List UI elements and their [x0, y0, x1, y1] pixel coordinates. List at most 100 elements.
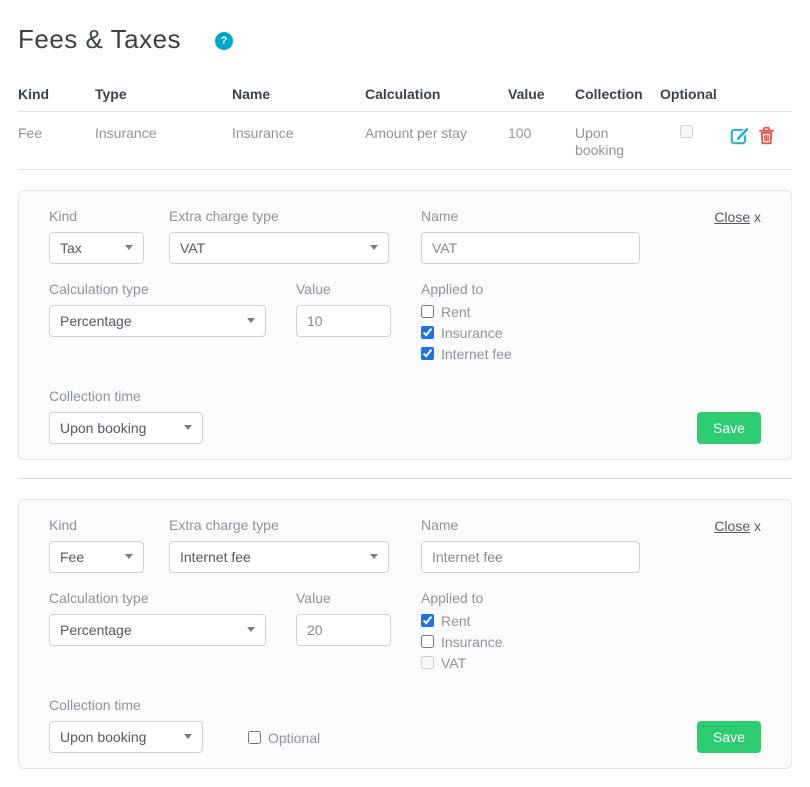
- column-header-calculation: Calculation: [365, 86, 508, 104]
- kind-select-value: Tax: [60, 240, 82, 256]
- collection-time-select[interactable]: Upon booking: [49, 721, 203, 753]
- kind-select-value: Fee: [60, 549, 84, 565]
- edit-button[interactable]: [729, 125, 749, 145]
- name-field: Name: [421, 208, 640, 264]
- optional-checkbox-label: Optional: [268, 730, 320, 746]
- collection-time-field: Collection time Upon booking: [49, 388, 203, 444]
- value-input[interactable]: [296, 305, 391, 337]
- chevron-down-icon: [370, 245, 378, 250]
- fees-table: Kind Type Name Calculation Value Collect…: [18, 86, 792, 170]
- chevron-down-icon: [184, 425, 192, 430]
- row-optional-checkbox[interactable]: [680, 125, 693, 138]
- page-title: Fees & Taxes: [18, 24, 181, 55]
- close-link-text: Close: [714, 209, 750, 225]
- applied-to-label: Applied to: [421, 281, 512, 297]
- panel1-row-3: Collection time Upon booking Save: [49, 388, 761, 444]
- applied-to-option-internet-fee: Internet fee: [421, 347, 512, 361]
- extra-charge-type-select[interactable]: VAT: [169, 232, 389, 264]
- extra-charge-type-field: Extra charge type Internet fee: [169, 517, 389, 573]
- name-label: Name: [421, 208, 640, 224]
- vat-checkbox-label: VAT: [441, 655, 466, 671]
- applied-to-option-rent: Rent: [421, 305, 512, 319]
- value-label: Value: [296, 281, 391, 297]
- delete-button[interactable]: [757, 125, 776, 146]
- help-icon[interactable]: ?: [215, 32, 233, 50]
- calculation-type-select-value: Percentage: [60, 622, 132, 638]
- column-header-collection: Collection: [575, 86, 660, 104]
- applied-to-group: Applied to Rent Insurance Internet fee: [421, 281, 512, 368]
- insurance-checkbox-label: Insurance: [441, 325, 502, 341]
- close-link-text: Close: [714, 518, 750, 534]
- applied-to-group: Applied to Rent Insurance VAT: [421, 590, 502, 677]
- chevron-down-icon: [184, 734, 192, 739]
- collection-time-field: Collection time Upon booking: [49, 697, 203, 753]
- insurance-checkbox[interactable]: [421, 326, 434, 339]
- calculation-type-field: Calculation type Percentage: [49, 590, 266, 646]
- applied-to-label: Applied to: [421, 590, 502, 606]
- fees-taxes-page: Fees & Taxes ? Kind Type Name Calculatio…: [0, 24, 810, 769]
- save-button[interactable]: Save: [697, 721, 761, 753]
- panel2-row-2: Calculation type Percentage Value Applie…: [49, 590, 761, 677]
- fee-form-panel-1: Kind Tax Extra charge type VAT Name Clos…: [18, 190, 792, 460]
- collection-time-select-value: Upon booking: [60, 420, 146, 436]
- collection-time-select[interactable]: Upon booking: [49, 412, 203, 444]
- close-x: x: [750, 209, 761, 225]
- chevron-down-icon: [247, 627, 255, 632]
- calculation-type-label: Calculation type: [49, 590, 266, 606]
- close-x: x: [750, 518, 761, 534]
- calculation-type-select-value: Percentage: [60, 313, 132, 329]
- calculation-type-select[interactable]: Percentage: [49, 614, 266, 646]
- close-link[interactable]: Close x: [714, 209, 761, 225]
- name-input[interactable]: [421, 541, 640, 573]
- panel2-row-3: Collection time Upon booking Optional Sa…: [49, 697, 761, 753]
- close-link[interactable]: Close x: [714, 518, 761, 534]
- chevron-down-icon: [370, 554, 378, 559]
- insurance-checkbox-label: Insurance: [441, 634, 502, 650]
- vat-checkbox[interactable]: [421, 656, 434, 669]
- chevron-down-icon: [125, 245, 133, 250]
- cell-value: 100: [508, 125, 575, 160]
- column-header-type: Type: [95, 86, 232, 104]
- value-label: Value: [296, 590, 391, 606]
- column-header-actions: [724, 86, 792, 104]
- extra-charge-type-select-value: Internet fee: [180, 549, 251, 565]
- table-row: Fee Insurance Insurance Amount per stay …: [18, 112, 792, 170]
- internet-fee-checkbox[interactable]: [421, 347, 434, 360]
- panel1-row-1: Kind Tax Extra charge type VAT Name Clos…: [49, 208, 761, 264]
- kind-select[interactable]: Fee: [49, 541, 144, 573]
- name-input[interactable]: [421, 232, 640, 264]
- column-header-name: Name: [232, 86, 365, 104]
- column-header-kind: Kind: [18, 86, 95, 104]
- collection-time-label: Collection time: [49, 697, 203, 713]
- collection-time-select-value: Upon booking: [60, 729, 146, 745]
- name-label: Name: [421, 517, 640, 533]
- calculation-type-field: Calculation type Percentage: [49, 281, 266, 337]
- collection-time-label: Collection time: [49, 388, 203, 404]
- rent-checkbox[interactable]: [421, 305, 434, 318]
- edit-icon: [729, 133, 749, 148]
- internet-fee-checkbox-label: Internet fee: [441, 346, 512, 362]
- chevron-down-icon: [125, 554, 133, 559]
- save-button[interactable]: Save: [697, 412, 761, 444]
- panel2-row-1: Kind Fee Extra charge type Internet fee …: [49, 517, 761, 573]
- cell-optional: [660, 125, 724, 160]
- panel-divider: [18, 478, 792, 479]
- value-input[interactable]: [296, 614, 391, 646]
- fee-form-panel-2: Kind Fee Extra charge type Internet fee …: [18, 499, 792, 769]
- extra-charge-type-field: Extra charge type VAT: [169, 208, 389, 264]
- chevron-down-icon: [247, 318, 255, 323]
- kind-label: Kind: [49, 208, 144, 224]
- optional-checkbox[interactable]: [248, 731, 261, 744]
- kind-select[interactable]: Tax: [49, 232, 144, 264]
- name-field: Name: [421, 517, 640, 573]
- insurance-checkbox[interactable]: [421, 635, 434, 648]
- cell-kind: Fee: [18, 125, 95, 160]
- optional-checkbox-row: Optional: [248, 731, 320, 745]
- calculation-type-select[interactable]: Percentage: [49, 305, 266, 337]
- extra-charge-type-select[interactable]: Internet fee: [169, 541, 389, 573]
- applied-to-option-insurance: Insurance: [421, 635, 502, 649]
- rent-checkbox[interactable]: [421, 614, 434, 627]
- column-header-value: Value: [508, 86, 575, 104]
- rent-checkbox-label: Rent: [441, 613, 471, 629]
- cell-name: Insurance: [232, 125, 365, 160]
